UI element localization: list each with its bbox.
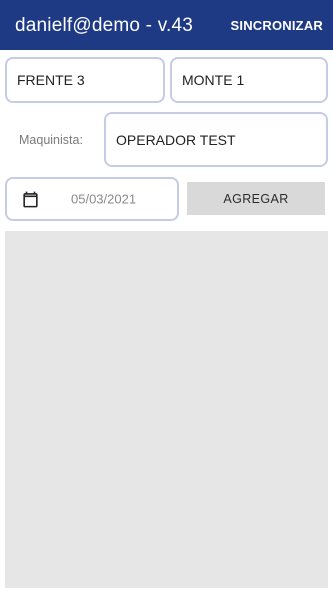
frente-field[interactable]: FRENTE 3 bbox=[5, 57, 165, 103]
maquinista-value: OPERADOR TEST bbox=[116, 131, 236, 148]
maquinista-field[interactable]: OPERADOR TEST bbox=[104, 112, 328, 167]
app-bar: danielf@demo - v.43 SINCRONIZAR bbox=[0, 0, 333, 50]
sync-button[interactable]: SINCRONIZAR bbox=[231, 18, 323, 33]
add-button[interactable]: AGREGAR bbox=[187, 182, 325, 215]
app-title: danielf@demo - v.43 bbox=[15, 15, 193, 36]
monte-value: MONTE 1 bbox=[182, 72, 245, 88]
frente-value: FRENTE 3 bbox=[17, 72, 85, 88]
date-value: 05/03/2021 bbox=[71, 191, 137, 207]
monte-field[interactable]: MONTE 1 bbox=[170, 57, 328, 103]
date-field[interactable]: 05/03/2021 bbox=[5, 177, 179, 221]
calendar-icon[interactable] bbox=[21, 190, 40, 209]
maquinista-label: Maquinista: bbox=[19, 133, 83, 147]
records-list[interactable] bbox=[5, 231, 328, 588]
